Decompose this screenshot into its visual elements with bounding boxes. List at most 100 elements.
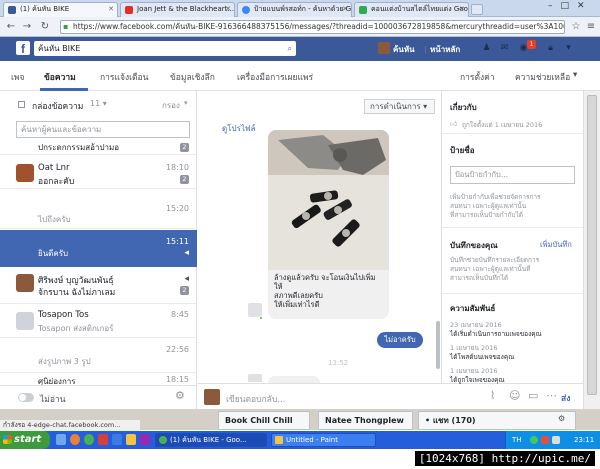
search-value: ค้นหัน BIKE xyxy=(38,44,81,53)
taskbar-task-paint[interactable]: Untitled - Paint xyxy=(271,433,376,447)
folder-dropdown[interactable]: กล่องข้อความ xyxy=(32,99,83,113)
minimize-icon[interactable]: – xyxy=(548,1,561,11)
list-item[interactable]: Tosapon Tos Tosapon ส่งสติกเกอร์ 8:45 xyxy=(0,306,197,338)
conversation-name: Tosapon Tos xyxy=(38,310,89,320)
list-item[interactable]: ไปถึงครับ 15:20 xyxy=(0,191,197,229)
more-options-icon[interactable]: ⋯ xyxy=(546,389,557,402)
reply-input[interactable]: เขียนตอบกลับ... xyxy=(226,392,285,406)
search-input[interactable]: ค้นหาผู้คนและข้อความ xyxy=(16,121,190,138)
conversation-time: 22:56 xyxy=(165,345,189,354)
account-menu-chevron-icon[interactable]: ▾ xyxy=(563,43,574,54)
unread-toggle[interactable] xyxy=(18,393,34,402)
emoji-icon[interactable]: ☺ xyxy=(509,389,520,402)
tab-title: ป้ายแบนพ์รสอท์ก - ค้นหาด้วย Goo... xyxy=(254,5,352,13)
online-indicator xyxy=(259,316,263,320)
new-tab-button[interactable] xyxy=(471,4,483,15)
list-item[interactable]: ศิริพงษ์ บุญวัฒนพันธุ์ จ้กรบาน ฉังไม่ภาเ… xyxy=(0,269,197,304)
chat-tab-sidebar[interactable]: • แชท (170) xyxy=(418,411,576,430)
like-thumb-icon: 👍︎ xyxy=(450,120,458,128)
quicklaunch-media-icon[interactable] xyxy=(140,434,150,445)
help-chevron-down-icon[interactable]: ▾ xyxy=(573,70,577,80)
tray-volume-icon[interactable] xyxy=(552,436,560,444)
list-item-selected[interactable]: ยินดีครับ 15:11 ◂ xyxy=(0,230,197,267)
task-label: (1) ค้นหัน BIKE - Goo... xyxy=(170,436,247,444)
bookmark-star-icon[interactable]: ☆ xyxy=(569,20,583,34)
tab-help[interactable]: ความช่วยเหลือ xyxy=(515,70,570,84)
tray-app-icon[interactable] xyxy=(541,436,549,444)
back-icon[interactable]: ← xyxy=(4,20,18,34)
chat-tab-book[interactable]: Book Chill Chill xyxy=(218,411,310,430)
facebook-search-input[interactable]: ค้นหัน BIKE ⌕ xyxy=(34,41,296,56)
browser-tab-youtube[interactable]: Joan Jett & the Blackheart... ✕ xyxy=(120,2,235,17)
home-link[interactable]: หน้าหลัก xyxy=(430,43,460,56)
chat-options-icon[interactable]: ⚙ xyxy=(558,414,565,423)
quicklaunch-ie-icon[interactable] xyxy=(112,434,122,445)
conversation-time: 15:20 xyxy=(165,204,189,213)
saved-reply-icon[interactable]: ▭ xyxy=(528,389,538,402)
list-item[interactable]: ส่งรูปภาพ 3 รูป 22:56 xyxy=(0,340,197,373)
settings-gear-icon[interactable]: ⚙ xyxy=(175,389,185,402)
taskbar-task-chrome[interactable]: (1) ค้นหัน BIKE - Goo... xyxy=(155,433,267,447)
avatar[interactable] xyxy=(378,42,390,54)
conversation-preview: ออกละคับ xyxy=(38,177,75,187)
search-icon[interactable]: ⌕ xyxy=(288,41,292,56)
add-note-link[interactable]: เพิ่มบันทึก xyxy=(540,239,572,251)
outgoing-message-bubble: ไม่อาครับ xyxy=(377,332,423,348)
thread-scrollbar[interactable] xyxy=(436,321,440,369)
close-tab-icon[interactable]: ✕ xyxy=(342,3,348,16)
tab-messages[interactable]: ข้อความ xyxy=(44,70,76,84)
list-item[interactable]: ศุนิย่องการ 18:15 xyxy=(0,375,197,386)
send-button[interactable]: ส่ง xyxy=(561,391,570,405)
reload-icon[interactable]: ↻ xyxy=(38,20,52,34)
tab-notifications[interactable]: การแจ้งเตือน xyxy=(100,70,148,84)
label-input[interactable]: ป้อนป้ายกำกับ... xyxy=(450,166,575,184)
browser-tab-house[interactable]: คอนแต่งบ้านสไตล์ไทยแต่ง Goo... ✕ xyxy=(354,2,469,17)
filter-button[interactable]: กรอง xyxy=(162,99,180,112)
actions-dropdown[interactable]: การดำเนินการ ▾ xyxy=(364,99,435,114)
privacy-icon[interactable]: 🔒︎ xyxy=(545,43,556,54)
facebook-logo-icon[interactable]: f xyxy=(16,41,30,56)
maximize-icon[interactable]: □ xyxy=(561,1,578,11)
tab-page[interactable]: เพจ xyxy=(11,70,25,84)
forward-icon[interactable]: → xyxy=(20,20,34,34)
message-line: ล้างดูแล้วครับ จะโอนเงินไปเพิ่มให้ xyxy=(274,273,376,291)
start-label: start xyxy=(14,434,42,445)
tab-insights[interactable]: ข้อมูลเชิงลึก xyxy=(170,70,215,84)
quicklaunch-folder-icon[interactable] xyxy=(126,434,136,445)
attach-paperclip-icon[interactable]: ⌇ xyxy=(490,389,495,402)
close-window-icon[interactable]: ✕ xyxy=(577,1,593,11)
tray-network-icon[interactable] xyxy=(530,436,538,444)
start-button[interactable]: start xyxy=(0,431,50,449)
page-avatar xyxy=(204,389,220,405)
quicklaunch-firefox-icon[interactable] xyxy=(70,434,80,445)
close-tab-icon[interactable]: ✕ xyxy=(108,3,114,16)
close-tab-icon[interactable]: ✕ xyxy=(225,3,231,16)
friend-requests-icon[interactable]: ♟ xyxy=(481,43,492,54)
filter-chevron-down-icon[interactable]: ▾ xyxy=(184,99,188,107)
tab-settings[interactable]: การตั้งค่า xyxy=(460,70,495,84)
address-bar[interactable]: ▪ https://www.facebook.com/ค้นหัน-BIKE-9… xyxy=(60,20,565,34)
list-item[interactable]: ปกระดกกรรมสอ้าปามอ 2 xyxy=(0,141,197,155)
page-favicon-icon xyxy=(359,6,367,14)
menu-icon[interactable]: ≡ xyxy=(584,20,598,34)
view-profile-link[interactable]: ดูโปรไฟล์ xyxy=(222,122,255,135)
quicklaunch-app-icon[interactable] xyxy=(98,434,108,445)
quicklaunch-desktop-icon[interactable] xyxy=(56,434,66,445)
messages-icon[interactable]: ✉ xyxy=(499,43,510,54)
select-all-checkbox[interactable] xyxy=(18,101,25,108)
scrollbar-thumb[interactable] xyxy=(587,95,597,395)
quicklaunch-chrome-icon[interactable] xyxy=(84,434,94,445)
list-item[interactable]: Oat Lnr ออกละคับ 18:10 2 xyxy=(0,157,197,189)
chat-tab-natee[interactable]: Natee Thongplew xyxy=(318,411,413,430)
language-indicator[interactable]: TH xyxy=(512,431,522,449)
conversation-preview: จ้กรบาน ฉังไม่ภาเลม xyxy=(38,288,116,298)
browser-tab-facebook[interactable]: (1) ค้นหัน BIKE ✕ xyxy=(3,2,118,17)
browser-tab-google-search[interactable]: ป้ายแบนพ์รสอท์ก - ค้นหาด้วย Goo... ✕ xyxy=(237,2,352,17)
message-photo[interactable] xyxy=(268,130,389,270)
profile-link[interactable]: ค้นหัน xyxy=(393,43,415,56)
page-scrollbar[interactable] xyxy=(583,91,600,409)
facebook-header: f ค้นหัน BIKE ⌕ ค้นหัน หน้าหลัก ♟ ✉ ◉ 1 … xyxy=(0,37,600,61)
window-controls[interactable]: –□✕ xyxy=(548,1,593,11)
tab-publishing-tools[interactable]: เครื่องมือการเผยแพร่ xyxy=(237,70,313,84)
close-tab-icon[interactable]: ✕ xyxy=(459,3,465,16)
